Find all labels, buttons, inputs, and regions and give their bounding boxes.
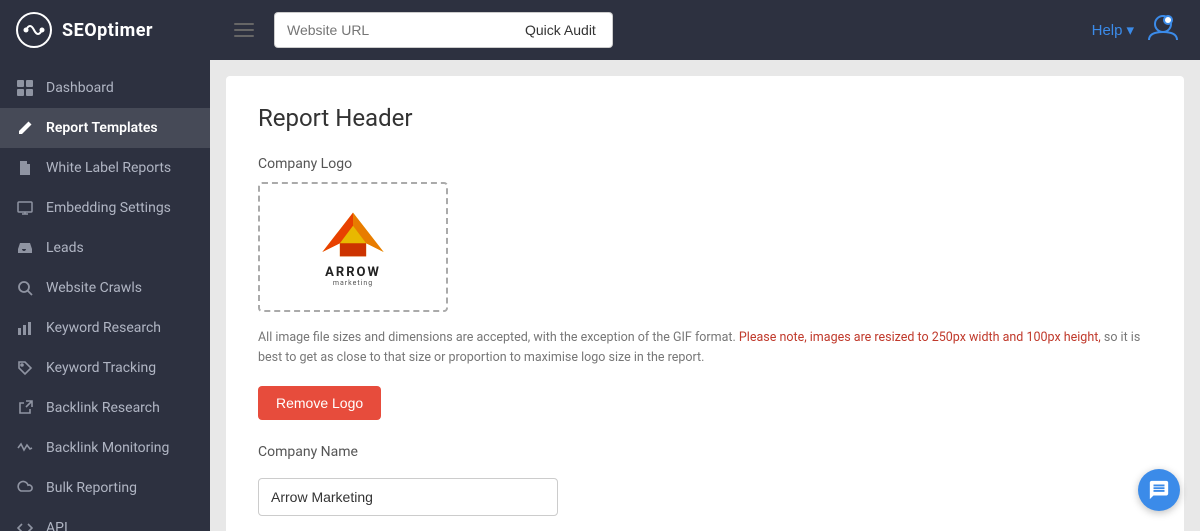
sidebar-item-keyword-research-label: Keyword Research (46, 320, 161, 336)
main-content: Report Header Company Logo ARROW (210, 60, 1200, 531)
company-name-input[interactable] (258, 478, 558, 516)
company-name-label: Company Name (258, 444, 1152, 460)
help-button[interactable]: Help ▾ (1092, 21, 1134, 39)
arrow-logo-text: ARROW marketing (325, 266, 381, 288)
sidebar-item-bulk-reporting[interactable]: Bulk Reporting (0, 468, 210, 508)
sidebar: Dashboard Report Templates White Label R… (0, 60, 210, 531)
sidebar-item-backlink-monitoring[interactable]: Backlink Monitoring (0, 428, 210, 468)
arrow-logo-preview: ARROW marketing (318, 207, 388, 288)
sidebar-item-embedding-settings[interactable]: Embedding Settings (0, 188, 210, 228)
search-icon (16, 279, 34, 297)
logo-upload-box[interactable]: ARROW marketing (258, 182, 448, 312)
sidebar-item-bulk-reporting-label: Bulk Reporting (46, 480, 137, 496)
hamburger-button[interactable] (226, 16, 262, 44)
sidebar-item-api[interactable]: API (0, 508, 210, 531)
main-layout: Dashboard Report Templates White Label R… (0, 60, 1200, 531)
sidebar-item-backlink-research-label: Backlink Research (46, 400, 160, 416)
top-bar-right: Help ▾ (1072, 12, 1200, 48)
sidebar-item-report-templates[interactable]: Report Templates (0, 108, 210, 148)
url-search-group: Quick Audit (274, 12, 613, 48)
remove-logo-button[interactable]: Remove Logo (258, 386, 381, 420)
logo-area: SEOptimer (0, 12, 210, 48)
sidebar-item-keyword-tracking-label: Keyword Tracking (46, 360, 156, 376)
sidebar-item-website-crawls[interactable]: Website Crawls (0, 268, 210, 308)
edit-icon (16, 119, 34, 137)
sidebar-item-backlink-research[interactable]: Backlink Research (0, 388, 210, 428)
company-name-section: Company Name (258, 444, 1152, 516)
top-bar: SEOptimer Quick Audit Help ▾ (0, 0, 1200, 60)
tag-icon (16, 359, 34, 377)
sidebar-item-dashboard[interactable]: Dashboard (0, 68, 210, 108)
activity-icon (16, 439, 34, 457)
logo-info-text: All image file sizes and dimensions are … (258, 328, 1152, 368)
sidebar-item-white-label-reports-label: White Label Reports (46, 160, 171, 176)
sidebar-item-api-label: API (46, 520, 68, 531)
arrow-logo-name: ARROW (325, 266, 381, 280)
file-icon (16, 159, 34, 177)
content-card: Report Header Company Logo ARROW (226, 76, 1184, 531)
code-icon (16, 519, 34, 531)
chat-button[interactable] (1138, 469, 1180, 511)
monitor-icon (16, 199, 34, 217)
arrow-marketing-logo-svg (318, 207, 388, 262)
logo-text: SEOptimer (62, 20, 153, 41)
cloud-icon (16, 479, 34, 497)
sidebar-item-keyword-tracking[interactable]: Keyword Tracking (0, 348, 210, 388)
user-profile-button[interactable] (1146, 12, 1180, 48)
arrow-logo-sub: marketing (333, 280, 373, 288)
inbox-icon (16, 239, 34, 257)
sidebar-item-white-label-reports[interactable]: White Label Reports (0, 148, 210, 188)
sidebar-item-keyword-research[interactable]: Keyword Research (0, 308, 210, 348)
page-title: Report Header (258, 104, 1152, 132)
sidebar-item-dashboard-label: Dashboard (46, 80, 114, 96)
sidebar-item-leads[interactable]: Leads (0, 228, 210, 268)
seoptimer-logo-icon (16, 12, 52, 48)
help-label: Help (1092, 22, 1123, 39)
website-url-input[interactable] (274, 12, 514, 48)
quick-audit-button[interactable]: Quick Audit (509, 12, 613, 48)
sidebar-item-leads-label: Leads (46, 240, 84, 256)
company-logo-label: Company Logo (258, 156, 1152, 172)
sidebar-item-backlink-monitoring-label: Backlink Monitoring (46, 440, 169, 456)
external-link-icon (16, 399, 34, 417)
info-text-highlight: Please note, images are resized to 250px… (739, 330, 1101, 345)
help-chevron-icon: ▾ (1126, 21, 1134, 39)
bar-chart-icon (16, 319, 34, 337)
info-text-normal: All image file sizes and dimensions are … (258, 330, 736, 345)
grid-icon (16, 79, 34, 97)
sidebar-item-report-templates-label: Report Templates (46, 120, 158, 136)
sidebar-item-website-crawls-label: Website Crawls (46, 280, 142, 296)
sidebar-item-embedding-settings-label: Embedding Settings (46, 200, 171, 216)
top-bar-center: Quick Audit (210, 12, 1072, 48)
